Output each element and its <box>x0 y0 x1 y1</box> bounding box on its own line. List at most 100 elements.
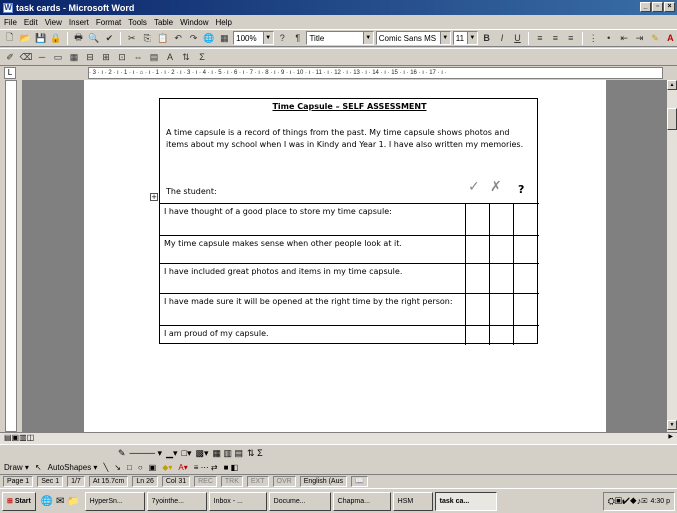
menu-insert[interactable]: Insert <box>69 18 89 27</box>
shadow-icon[interactable]: ■ ◧ <box>224 463 239 472</box>
table-move-handle-icon[interactable]: + <box>150 193 158 201</box>
horizontal-scrollbar[interactable]: ▤▣▥◫ ▶ <box>0 432 677 444</box>
draw-menu[interactable]: Draw ▾ <box>4 463 29 472</box>
font-size-combo[interactable]: 11 ▼ <box>452 31 478 45</box>
distribute-icon[interactable]: ⇔ <box>131 50 145 64</box>
center-icon[interactable]: ≡ <box>549 31 562 45</box>
paragraph-icon[interactable]: ¶ <box>291 31 304 45</box>
font-color-icon[interactable]: A▾ <box>178 463 187 472</box>
border-icon[interactable]: □▾ <box>182 448 192 459</box>
taskbar-button[interactable]: Docume... <box>268 491 331 511</box>
scroll-right-icon[interactable]: ▶ <box>668 433 673 440</box>
copy-icon[interactable]: ⎘ <box>141 31 154 45</box>
table-row[interactable]: I have included great photos and items i… <box>160 263 539 293</box>
start-button[interactable]: ⊞ Start <box>2 491 36 511</box>
chevron-down-icon[interactable]: ▼ <box>439 32 450 44</box>
tables-icon[interactable]: ▦ <box>218 31 231 45</box>
align-right-icon[interactable]: ≡ <box>564 31 577 45</box>
table-row[interactable]: I have made sure it will be opened at th… <box>160 293 539 325</box>
text-direction-icon[interactable]: A <box>163 50 177 64</box>
status-trk[interactable]: TRK <box>220 476 243 487</box>
merge-cells-icon[interactable]: ⊟ <box>83 50 97 64</box>
indent-icon[interactable]: ⇥ <box>633 31 646 45</box>
intro-paragraph[interactable]: A time capsule is a record of things fro… <box>166 127 526 151</box>
question-cell[interactable] <box>513 326 537 345</box>
menu-tools[interactable]: Tools <box>128 18 147 27</box>
sort-icon[interactable]: ⇅ <box>179 50 193 64</box>
print-icon[interactable]: 🖶 <box>72 31 85 45</box>
cross-cell[interactable] <box>489 236 513 263</box>
taskbar-button[interactable]: Inbox - ... <box>208 491 267 511</box>
tick-cell[interactable] <box>465 294 489 325</box>
taskbar-button-active[interactable]: task ca... <box>434 491 497 511</box>
draw-table-icon[interactable]: ✐ <box>3 50 17 64</box>
cross-cell[interactable] <box>489 326 513 345</box>
word-app-icon[interactable]: W <box>3 2 13 13</box>
tick-cell[interactable] <box>465 236 489 263</box>
taskbar-button[interactable]: HSM <box>392 491 433 511</box>
quick-launch-icons[interactable]: 🌐 ✉ 📁 <box>38 496 83 507</box>
cross-cell[interactable] <box>489 264 513 293</box>
table-row[interactable]: My time capsule makes sense when other p… <box>160 235 539 263</box>
menu-table[interactable]: Table <box>154 18 173 27</box>
numbering-icon[interactable]: ⋮ <box>587 31 600 45</box>
menu-view[interactable]: View <box>45 18 62 27</box>
line-style-icon[interactable]: ─ <box>35 50 49 64</box>
menu-window[interactable]: Window <box>180 18 208 27</box>
student-label[interactable]: The student: <box>166 187 217 196</box>
line-style-icon[interactable]: ──── ▾ <box>130 448 163 459</box>
tick-cell[interactable] <box>465 204 489 235</box>
open-folder-icon[interactable]: 📂 <box>18 31 31 45</box>
question-cell[interactable] <box>513 204 537 235</box>
tick-cell[interactable] <box>465 264 489 293</box>
undo-icon[interactable]: ↶ <box>171 31 184 45</box>
spelling-status-icon[interactable]: 📖 <box>350 476 368 487</box>
select-icon[interactable]: ↖ <box>35 463 42 472</box>
taskbar-button[interactable]: Chapma... <box>332 491 391 511</box>
new-document-icon[interactable]: 🗋 <box>3 31 16 45</box>
fill-color-icon[interactable]: ◆▾ <box>162 463 172 472</box>
menu-help[interactable]: Help <box>216 18 232 27</box>
cut-icon[interactable]: ✂ <box>125 31 138 45</box>
paste-icon[interactable]: 📋 <box>156 31 169 45</box>
scroll-up-icon[interactable]: ▲ <box>667 80 677 90</box>
line-icon[interactable]: ╲ <box>103 463 108 472</box>
chevron-down-icon[interactable]: ▼ <box>262 32 273 44</box>
status-rec[interactable]: REC <box>194 476 217 487</box>
zoom-combo[interactable]: 100% ▼ <box>233 31 274 45</box>
oval-icon[interactable]: ○ <box>138 463 143 472</box>
shading-icon[interactable]: ▩▾ <box>196 448 209 459</box>
spelling-icon[interactable]: ✔ <box>103 31 116 45</box>
autoshapes-menu[interactable]: AutoShapes ▾ <box>48 463 98 472</box>
rectangle-icon[interactable]: □ <box>127 463 132 472</box>
menu-file[interactable]: File <box>4 18 17 27</box>
vertical-ruler[interactable] <box>5 80 17 432</box>
chevron-down-icon[interactable]: ▼ <box>466 32 477 44</box>
table-icon[interactable]: ▦ ▥ ▤ <box>213 448 244 459</box>
taskbar-button[interactable]: 7yointhe... <box>146 491 207 511</box>
cross-cell[interactable] <box>489 294 513 325</box>
document-page[interactable]: Time Capsule – SELF ASSESSMENT A time ca… <box>84 80 606 432</box>
pencil-icon[interactable]: ✎ <box>118 448 126 459</box>
autoformat-icon[interactable]: ▤ <box>147 50 161 64</box>
sort-icon[interactable]: ⇅ Σ <box>247 448 263 459</box>
status-ext[interactable]: EXT <box>246 476 269 487</box>
cross-cell[interactable] <box>489 204 513 235</box>
question-cell[interactable] <box>513 294 537 325</box>
outdent-icon[interactable]: ⇤ <box>617 31 630 45</box>
arrow-icon[interactable]: ↘ <box>114 463 121 472</box>
line-weight-icon[interactable]: ≡ ⋯ ⇄ <box>194 463 218 472</box>
border-icon[interactable]: ▭ <box>51 50 65 64</box>
style-combo[interactable]: Title ▼ <box>306 31 374 45</box>
bold-button[interactable]: B <box>480 31 493 45</box>
vertical-scrollbar[interactable]: ▲ ▼ <box>666 80 677 432</box>
view-buttons-icon[interactable]: ▤▣▥◫ <box>4 433 34 442</box>
insert-table-icon[interactable]: ▦ <box>67 50 81 64</box>
print-preview-icon[interactable]: 🔍 <box>87 31 100 45</box>
close-button[interactable]: × <box>664 2 675 12</box>
hyperlink-icon[interactable]: 🌐 <box>202 31 215 45</box>
minimize-button[interactable]: _ <box>640 2 651 12</box>
autosum-icon[interactable]: Σ <box>195 50 209 64</box>
tick-cell[interactable] <box>465 326 489 345</box>
question-cell[interactable] <box>513 264 537 293</box>
